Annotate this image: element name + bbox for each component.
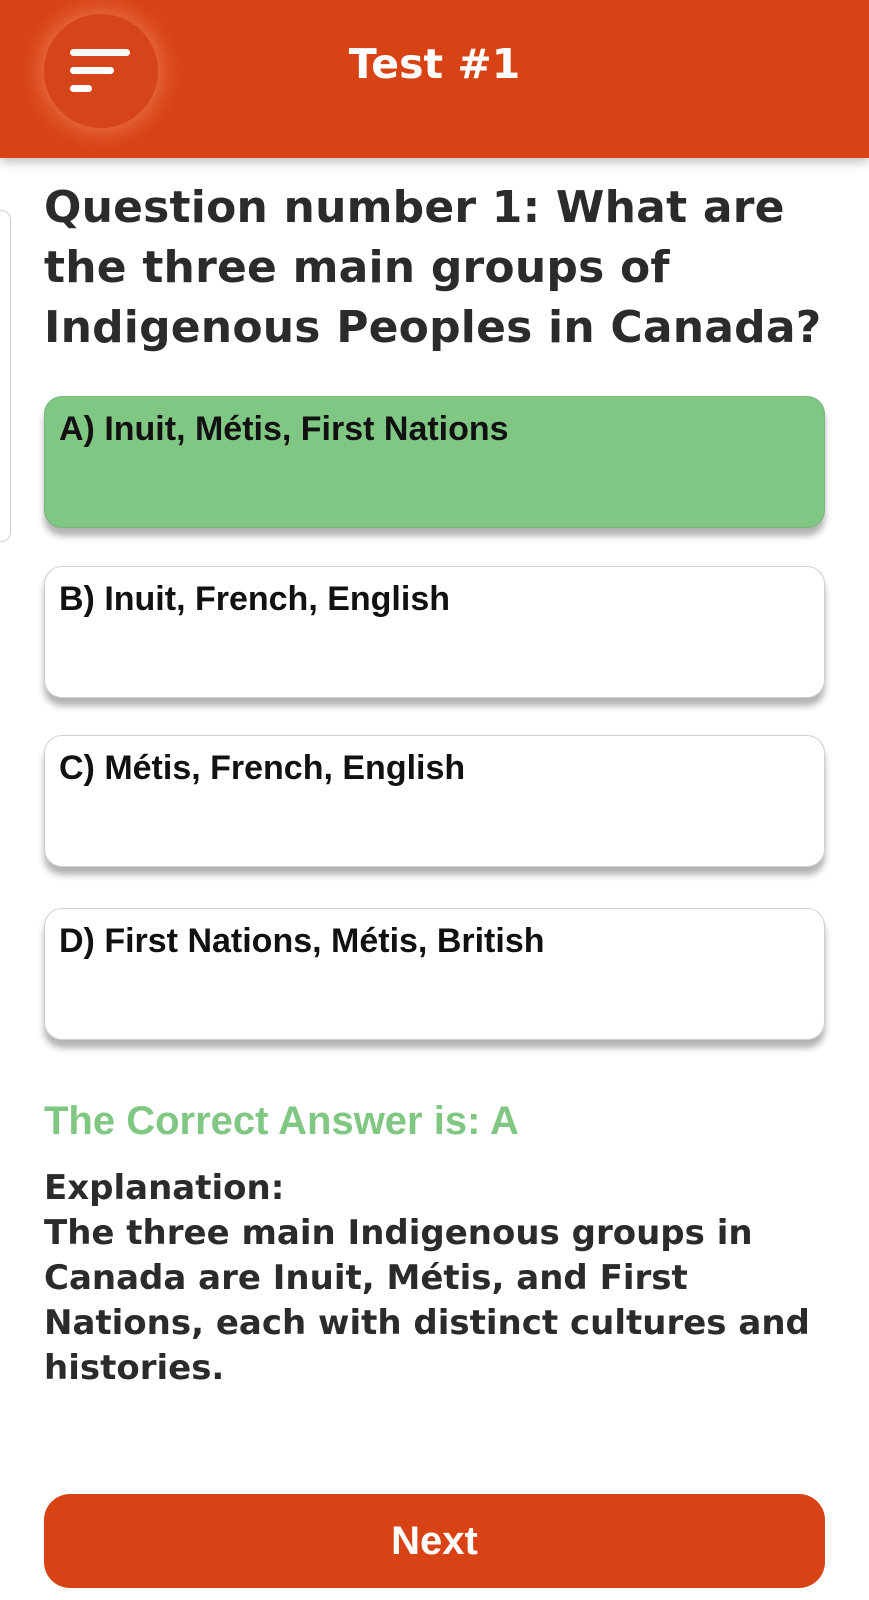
explanation-heading: Explanation: [44,1168,285,1208]
answer-option-d[interactable]: D) First Nations, Métis, British [44,908,825,1040]
answer-option-a[interactable]: A) Inuit, Métis, First Nations [44,396,825,528]
app-header: Test #1 [0,0,869,158]
side-drawer-handle[interactable] [0,210,11,542]
correct-answer-text: The Correct Answer is: A [44,1099,519,1143]
explanation-text: The three main Indigenous groups in Cana… [44,1213,810,1388]
next-button[interactable]: Next [44,1494,825,1588]
question-text: Question number 1: What are the three ma… [44,182,822,353]
explanation-block: Explanation: The three main Indigenous g… [44,1166,834,1391]
page-title: Test #1 [348,40,521,88]
answer-option-c[interactable]: C) Métis, French, English [44,735,825,867]
answer-option-b[interactable]: B) Inuit, French, English [44,566,825,698]
